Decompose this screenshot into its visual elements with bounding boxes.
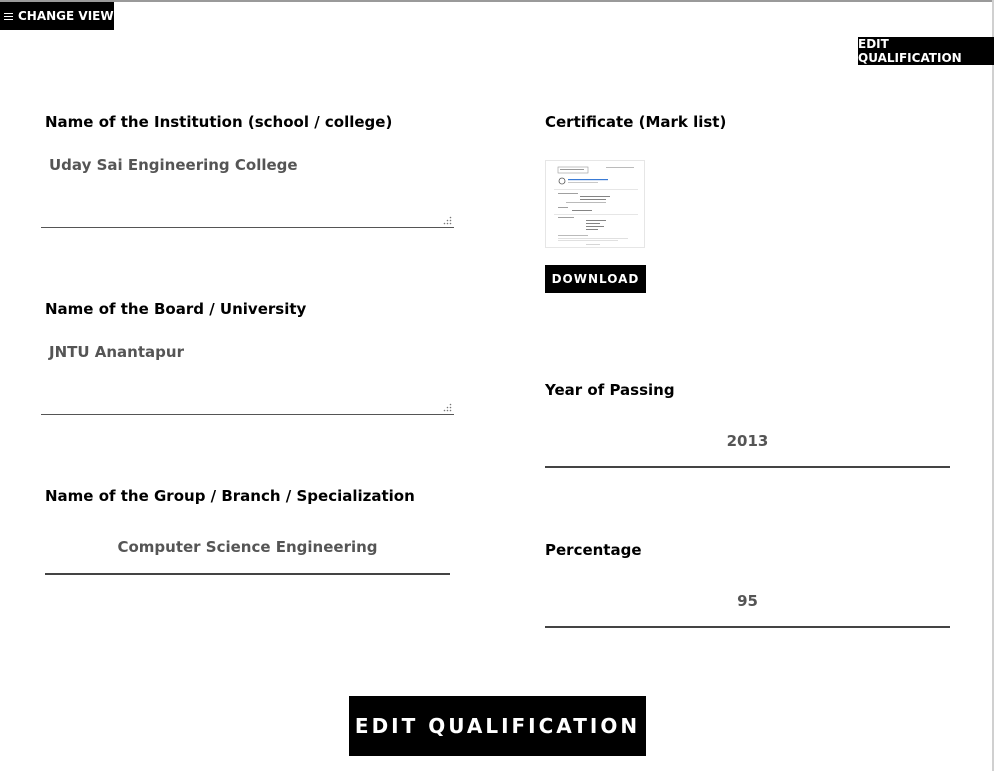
board-underline [41,414,454,415]
institution-textarea[interactable]: Uday Sai Engineering College [49,156,298,174]
certificate-label: Certificate (Mark list) [545,113,727,131]
group-underline [45,573,450,575]
group-input[interactable]: Computer Science Engineering [45,538,450,556]
hamburger-menu-icon [4,11,13,22]
certificate-document-icon [554,166,638,245]
change-view-label: CHANGE VIEW [18,9,114,23]
percentage-label: Percentage [545,541,642,559]
percentage-input[interactable]: 95 [545,592,950,610]
certificate-thumbnail[interactable] [545,160,645,248]
institution-label: Name of the Institution (school / colleg… [45,113,393,131]
edit-qualification-button[interactable]: EDIT QUALIFICATION [349,696,646,756]
edit-qualification-top-label: EDIT QUALIFICATION [858,37,962,65]
edit-qualification-label: EDIT QUALIFICATION [354,714,641,738]
resize-handle-icon[interactable] [443,216,452,225]
top-border [0,0,994,2]
download-label: DOWNLOAD [551,272,640,286]
year-label: Year of Passing [545,381,675,399]
change-view-button[interactable]: CHANGE VIEW [0,2,114,30]
year-underline [545,466,950,468]
board-label: Name of the Board / University [45,300,307,318]
group-label: Name of the Group / Branch / Specializat… [45,487,415,505]
resize-handle-icon[interactable] [443,403,452,412]
percentage-underline [545,626,950,628]
edit-qualification-top-button[interactable]: EDIT QUALIFICATION [858,37,994,65]
download-button[interactable]: DOWNLOAD [545,265,646,293]
board-textarea[interactable]: JNTU Anantapur [49,343,184,361]
year-input[interactable]: 2013 [545,432,950,450]
institution-underline [41,227,454,228]
